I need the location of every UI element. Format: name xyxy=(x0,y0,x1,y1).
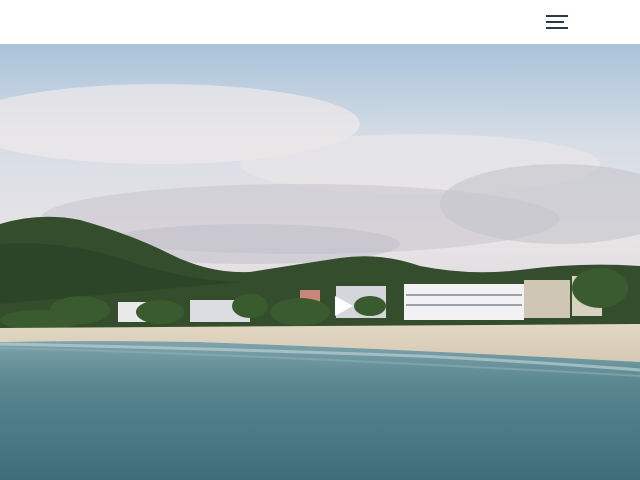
play-button[interactable] xyxy=(326,292,358,320)
site-header xyxy=(0,0,640,44)
beach-video-frame xyxy=(0,44,640,480)
menu-button[interactable] xyxy=(540,8,574,36)
play-icon xyxy=(335,296,353,316)
hamburger-menu-icon xyxy=(546,15,568,29)
hero-video[interactable] xyxy=(0,44,640,480)
